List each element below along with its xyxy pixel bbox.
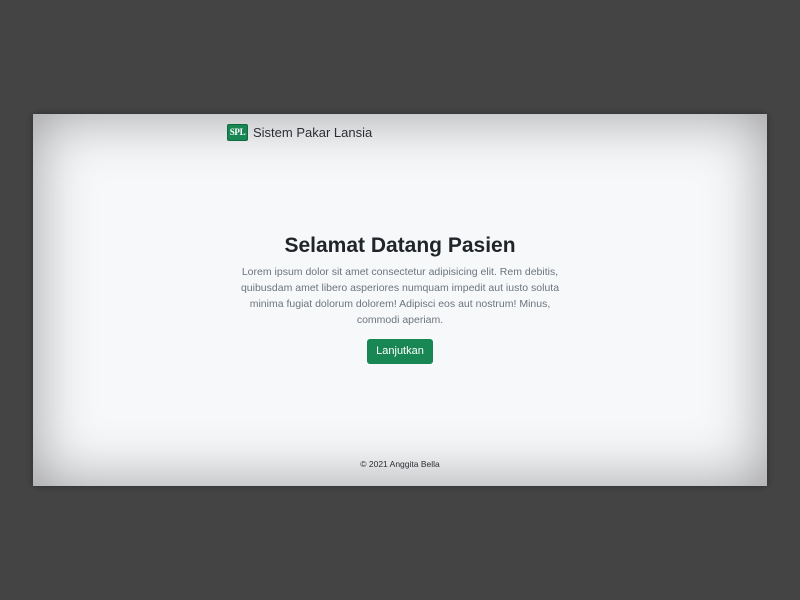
- navbar-brand[interactable]: SPL Sistem Pakar Lansia: [227, 124, 372, 141]
- hero-section: Selamat Datang Pasien Lorem ipsum dolor …: [33, 232, 767, 364]
- hero-description: Lorem ipsum dolor sit amet consectetur a…: [240, 266, 560, 326]
- continue-button[interactable]: Lanjutkan: [367, 339, 433, 364]
- logo-text: SPL: [229, 127, 246, 137]
- page-title: Selamat Datang Pasien: [284, 234, 516, 257]
- logo-icon: SPL: [227, 124, 248, 141]
- browser-viewport: SPL Sistem Pakar Lansia Selamat Datang P…: [33, 114, 767, 486]
- footer-copyright: © 2021 Anggita Bella: [360, 459, 440, 469]
- brand-name: Sistem Pakar Lansia: [253, 125, 373, 140]
